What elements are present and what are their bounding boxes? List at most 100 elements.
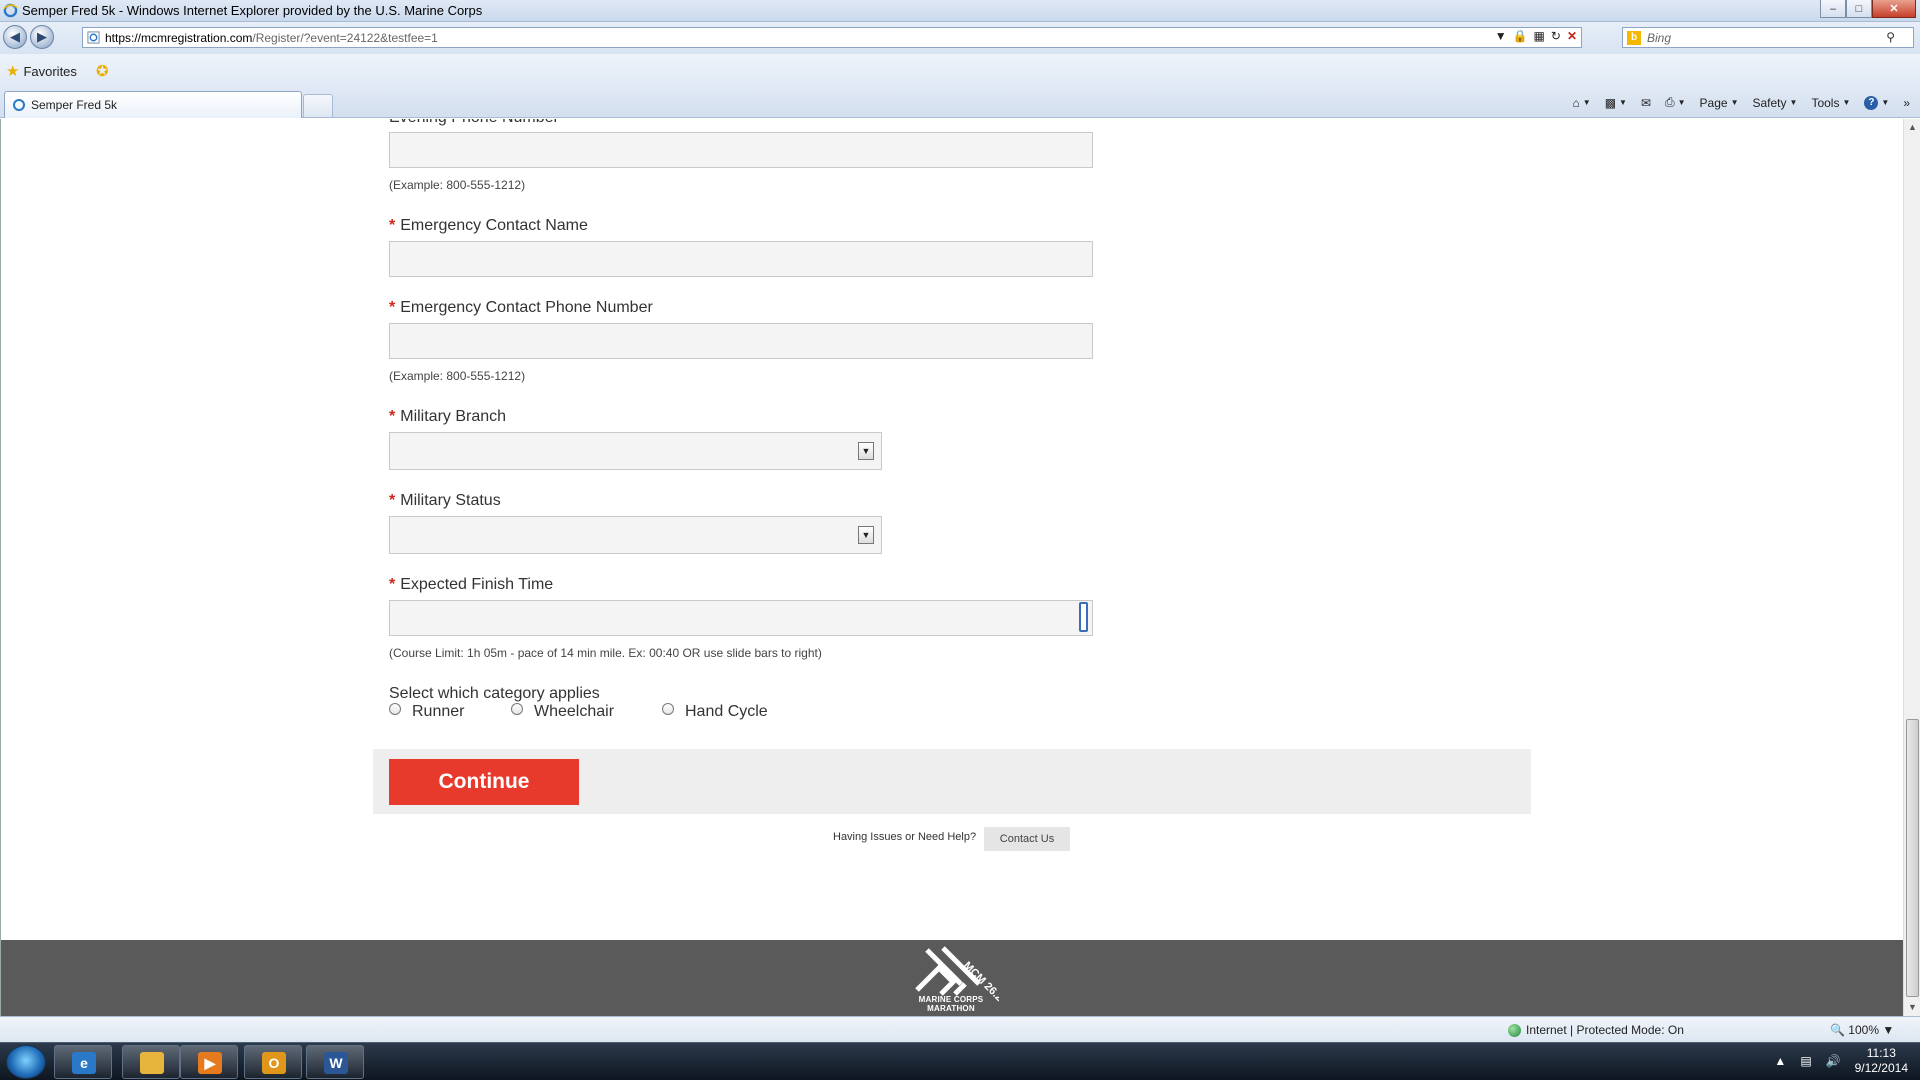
scroll-thumb[interactable] [1906,719,1919,997]
windows-taskbar: e ▶ O W ▲ ▤ 🔊 11:13 9/12/2014 [0,1042,1920,1080]
emergency-contact-name-input[interactable] [389,241,1093,277]
scroll-down-icon[interactable]: ▼ [1904,999,1920,1016]
tools-menu[interactable]: Tools ▼ [1811,96,1850,110]
home-button[interactable]: ⌂ ▼ [1573,96,1591,110]
taskbar-media-player[interactable]: ▶ [180,1045,238,1079]
tray-expand-icon[interactable]: ▲ [1774,1054,1786,1068]
page-footer: MCM 26.2 MARINE CORPS MARATHON [1,940,1903,1016]
add-favorite-icon[interactable]: ✪ [96,62,109,80]
ie-icon [3,3,18,18]
page-icon [87,31,100,44]
category-prompt: Select which category applies [389,685,600,702]
clock-time: 11:13 [1866,1046,1896,1060]
scroll-up-icon[interactable]: ▲ [1904,119,1920,136]
military-branch-select[interactable]: ▼ [389,432,882,470]
search-icon[interactable]: ⚲ [1886,30,1895,44]
tab-semper-fred[interactable]: Semper Fred 5k [4,91,302,118]
logo-text: MARINE CORPS MARATHON [918,995,984,1013]
page-viewport: Evening Phone Number (Example: 800-555-1… [0,119,1903,1016]
home-icon: ⌂ [1572,95,1580,110]
radio-runner[interactable]: Runner [389,703,511,721]
emergency-name-label-wrap: * Emergency Contact Name [389,217,588,235]
radio-wheelchair[interactable]: Wheelchair [511,703,662,721]
vertical-scrollbar[interactable]: ▲ ▼ [1903,119,1920,1016]
outlook-icon: O [262,1052,286,1074]
network-icon[interactable]: ▤ [1800,1054,1811,1068]
favorites-button[interactable]: ★ Favorites [6,62,77,80]
contact-us-button[interactable]: Contact Us [984,827,1070,851]
safety-menu-label: Safety [1752,95,1787,110]
zoom-level[interactable]: 🔍 100% ▼ [1830,1023,1894,1037]
chevron-more-icon[interactable]: » [1903,96,1910,110]
radio-runner-label: Runner [412,703,465,720]
help-icon: ? [1864,95,1879,110]
finish-time-label: Expected Finish Time [400,576,554,593]
radio-circle[interactable] [662,703,674,715]
star-icon: ★ [6,63,20,80]
refresh-icon[interactable]: ↻ [1551,29,1561,43]
emergency-phone-label-wrap: * Emergency Contact Phone Number [389,299,653,317]
required-mark: * [389,492,396,509]
window-title: Semper Fred 5k - Windows Internet Explor… [22,3,483,18]
minimize-button[interactable]: – [1820,0,1846,18]
search-box[interactable]: b Bing ⚲ [1622,27,1914,48]
military-status-select[interactable]: ▼ [389,516,882,554]
radio-circle[interactable] [511,703,523,715]
bing-icon: b [1627,31,1641,45]
radio-circle[interactable] [389,703,401,715]
taskbar-outlook[interactable]: O [244,1045,302,1079]
page-menu[interactable]: Page ▼ [1700,96,1739,110]
system-tray: ▲ ▤ 🔊 11:13 9/12/2014 [1774,1046,1908,1076]
help-menu[interactable]: ? ▼ [1864,95,1889,110]
start-button[interactable] [6,1045,46,1079]
chevron-down-icon[interactable]: ▼ [858,442,874,460]
address-row: ◀ ▶ https://mcmregistration.com/Register… [0,22,1920,54]
ie-icon: e [72,1052,96,1074]
tab-label: Semper Fred 5k [31,98,118,112]
expected-finish-time-input[interactable] [389,600,1093,636]
radio-hand-cycle-label: Hand Cycle [685,703,768,720]
new-tab-button[interactable] [303,94,333,117]
dropdown-icon[interactable]: ▼ [1495,29,1507,43]
safety-menu[interactable]: Safety ▼ [1753,96,1798,110]
emergency-contact-phone-input[interactable] [389,323,1093,359]
compat-view-icon[interactable]: ▦ [1534,29,1545,43]
evening-phone-label: Evening Phone Number [389,119,559,127]
mail-button[interactable]: ✉ [1641,96,1651,110]
lock-icon[interactable]: 🔒 [1513,29,1528,43]
zoom-label: 100% [1848,1023,1879,1037]
finish-time-label-wrap: * Expected Finish Time [389,576,553,594]
evening-phone-input[interactable] [389,132,1093,168]
chevron-down-icon[interactable]: ▼ [858,526,874,544]
window-title-bar: Semper Fred 5k - Windows Internet Explor… [0,0,1920,22]
address-bar[interactable]: https://mcmregistration.com/Register/?ev… [82,27,1582,48]
magnifier-icon: 🔍 [1830,1023,1845,1037]
security-zone[interactable]: Internet | Protected Mode: On [1508,1023,1684,1037]
volume-icon[interactable]: 🔊 [1826,1054,1841,1068]
continue-button[interactable]: Continue [389,759,579,805]
taskbar-word[interactable]: W [306,1045,364,1079]
radio-hand-cycle[interactable]: Hand Cycle [662,703,768,721]
print-button[interactable]: ⎙ ▼ [1665,95,1686,110]
rss-icon: ▩ [1604,95,1617,110]
taskbar-explorer[interactable] [122,1045,180,1079]
emergency-name-label: Emergency Contact Name [400,217,588,234]
feeds-button[interactable]: ▩ ▼ [1605,96,1627,110]
time-slider-handle[interactable] [1079,602,1088,632]
favorites-bar: ★ Favorites ✪ [0,54,1920,90]
form-action-bar: Continue [373,749,1531,814]
back-button[interactable]: ◀ [3,25,27,49]
close-window-button[interactable]: ✕ [1872,0,1916,18]
military-branch-label: Military Branch [400,408,507,425]
emergency-phone-hint: (Example: 800-555-1212) [389,369,526,383]
stop-icon[interactable]: ✕ [1567,29,1577,43]
folder-icon [140,1052,164,1074]
taskbar-ie[interactable]: e [54,1045,112,1079]
required-mark: * [389,299,396,316]
forward-button[interactable]: ▶ [30,25,54,49]
military-status-label-wrap: * Military Status [389,492,501,510]
maximize-button[interactable]: □ [1846,0,1872,18]
globe-icon [1508,1023,1521,1037]
clock[interactable]: 11:13 9/12/2014 [1855,1046,1908,1076]
tools-menu-label: Tools [1811,95,1840,110]
